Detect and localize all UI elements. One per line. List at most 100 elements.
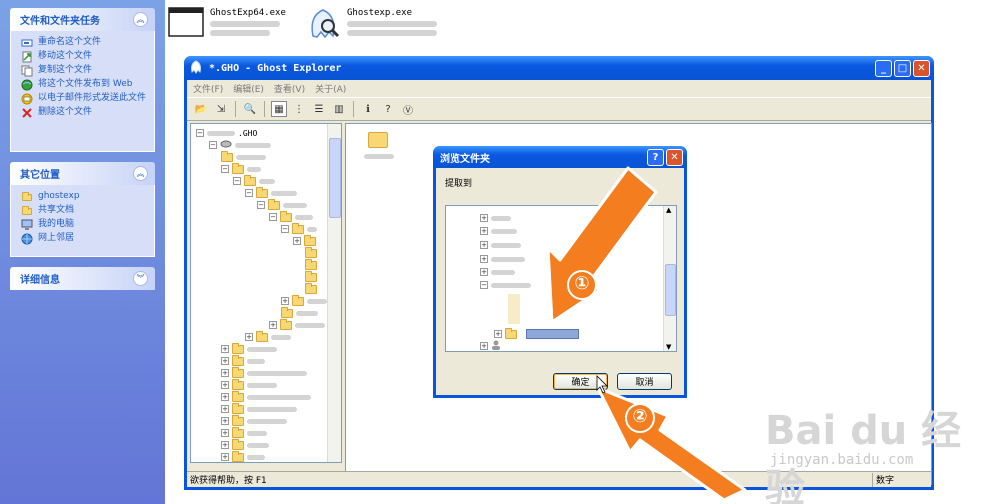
tree-vertical-scrollbar[interactable] — [327, 124, 341, 462]
tree-node[interactable]: − — [245, 186, 297, 199]
tree-node[interactable]: + — [221, 378, 277, 391]
minimize-button[interactable]: _ — [875, 59, 892, 77]
dialog-client: 提取到 + + + + + − + + ▲ ▼ 确定 取消 — [436, 168, 684, 395]
scroll-up-icon[interactable]: ▲ — [666, 206, 671, 214]
find-icon[interactable]: 🔍 — [242, 101, 258, 117]
folder-icon — [221, 150, 233, 162]
tree-node[interactable] — [281, 306, 318, 319]
properties-icon[interactable]: ℹ — [360, 101, 376, 117]
tree-node[interactable]: + — [480, 225, 517, 237]
place-label: 网上邻居 — [38, 233, 75, 243]
tree-node[interactable]: − — [480, 279, 531, 291]
tree-node[interactable]: + — [221, 414, 287, 427]
tree-node[interactable]: + — [480, 239, 521, 251]
tree-node[interactable]: + — [221, 402, 297, 415]
scroll-thumb[interactable] — [665, 264, 676, 316]
menu-about[interactable]: 关于(A) — [315, 82, 346, 95]
about-icon[interactable]: Ⓥ — [400, 101, 416, 117]
folder-icon — [232, 162, 244, 174]
task-publish-web[interactable]: 将这个文件发布到 Web — [21, 79, 148, 91]
place-network[interactable]: 网上邻居 — [21, 233, 148, 245]
task-email[interactable]: 以电子邮件形式发送此文件 — [21, 93, 148, 105]
dialog-title: 浏览文件夹 — [440, 153, 490, 165]
folder-tree[interactable]: − .GHO − − − − − − − + + + + + + + + + +… — [190, 123, 342, 463]
details-header[interactable]: 详细信息 ︾ — [10, 267, 155, 290]
expand-down-icon[interactable]: ︾ — [133, 271, 148, 286]
scroll-down-icon[interactable]: ▼ — [666, 343, 671, 351]
tree-node[interactable]: + — [480, 253, 525, 265]
tree-node[interactable]: + — [221, 342, 277, 355]
tree-node[interactable]: + — [221, 450, 265, 462]
tree-node[interactable]: − — [269, 210, 313, 223]
tree-node[interactable]: + — [221, 366, 307, 379]
maximize-button[interactable]: □ — [894, 59, 911, 77]
tree-node[interactable]: + — [221, 426, 267, 439]
tree-node[interactable]: + — [269, 318, 325, 331]
list-view-icon[interactable]: ☰ — [311, 101, 327, 117]
tree-node[interactable]: + — [221, 354, 265, 367]
tree-node[interactable]: + — [221, 438, 269, 451]
tree-node-selected[interactable]: + — [494, 327, 517, 340]
place-my-computer[interactable]: 我的电脑 — [21, 219, 148, 231]
collapse-icon[interactable]: − — [196, 129, 204, 137]
place-label: 共享文档 — [38, 205, 75, 215]
other-places-header[interactable]: 其它位置 ︽ — [10, 162, 155, 185]
place-ghostexp[interactable]: ghostexp — [21, 191, 148, 203]
details-view-icon[interactable]: ▥ — [331, 101, 347, 117]
dialog-titlebar[interactable]: 浏览文件夹 ? ✕ — [433, 146, 687, 168]
copy-icon — [21, 65, 33, 77]
small-icons-view-icon[interactable]: ⋮ — [291, 101, 307, 117]
tree-node[interactable]: − — [281, 222, 317, 235]
task-copy[interactable]: 复制这个文件 — [21, 65, 148, 77]
ok-button[interactable]: 确定 — [553, 373, 608, 390]
annotation-step-1: ① — [574, 273, 590, 294]
tree-drive[interactable]: − — [209, 139, 271, 151]
collapse-up-icon[interactable]: ︽ — [133, 12, 148, 27]
menu-file[interactable]: 文件(F) — [193, 82, 223, 95]
window-titlebar[interactable]: *.GHO - Ghost Explorer _ □ ✕ — [184, 56, 934, 80]
file-tile-ghostexp[interactable]: Ghostexp.exe — [305, 6, 437, 45]
folder-icon — [232, 342, 244, 354]
tree-node[interactable] — [305, 246, 317, 259]
tree-node[interactable]: − — [257, 198, 307, 211]
task-delete[interactable]: 删除这个文件 — [21, 107, 148, 119]
tree-node[interactable]: − — [221, 162, 261, 175]
folder-icon — [232, 402, 244, 414]
task-move[interactable]: 移动这个文件 — [21, 51, 148, 63]
dialog-vertical-scrollbar[interactable]: ▲ ▼ — [663, 206, 676, 351]
place-shared-docs[interactable]: 共享文档 — [21, 205, 148, 217]
open-folder-icon[interactable]: 📂 — [193, 101, 209, 117]
tree-node[interactable] — [221, 150, 266, 163]
tree-node[interactable]: + — [281, 294, 327, 307]
extract-icon[interactable]: ⇲ — [213, 101, 229, 117]
file-tasks-header[interactable]: 文件和文件夹任务 ︽ — [10, 8, 155, 31]
tree-node[interactable]: + — [293, 234, 316, 247]
tree-node[interactable]: + — [480, 340, 501, 351]
large-icons-view-icon[interactable]: ▦ — [271, 101, 287, 117]
menu-edit[interactable]: 编辑(E) — [233, 82, 264, 95]
dialog-folder-tree[interactable]: + + + + + − + + ▲ ▼ — [445, 205, 677, 352]
cancel-button[interactable]: 取消 — [617, 373, 672, 390]
scroll-thumb[interactable] — [329, 138, 341, 218]
close-button[interactable]: ✕ — [913, 59, 930, 77]
tree-node[interactable]: − — [233, 174, 275, 187]
tree-node[interactable]: + — [480, 266, 515, 278]
tree-node[interactable]: + — [245, 330, 291, 343]
task-rename[interactable]: 重命名这个文件 — [21, 37, 148, 49]
help-icon[interactable]: ? — [380, 101, 396, 117]
dialog-close-button[interactable]: ✕ — [666, 148, 683, 166]
task-label: 以电子邮件形式发送此文件 — [38, 93, 147, 103]
help-button[interactable]: ? — [647, 148, 664, 166]
tree-root[interactable]: − .GHO — [196, 127, 257, 139]
file-tile-ghostexp64[interactable]: GhostExp64.exe — [168, 6, 286, 41]
collapse-up-icon[interactable]: ︽ — [133, 166, 148, 181]
selected-folder-highlight[interactable] — [526, 329, 579, 339]
tree-node[interactable] — [305, 270, 317, 283]
tree-node[interactable] — [305, 258, 317, 271]
tree-node[interactable]: + — [480, 212, 511, 224]
tree-node[interactable]: + — [221, 390, 311, 403]
tree-node[interactable] — [305, 282, 317, 295]
folder-icon[interactable] — [368, 132, 388, 148]
window-title: *.GHO - Ghost Explorer — [209, 62, 342, 74]
menu-view[interactable]: 查看(V) — [274, 82, 305, 95]
